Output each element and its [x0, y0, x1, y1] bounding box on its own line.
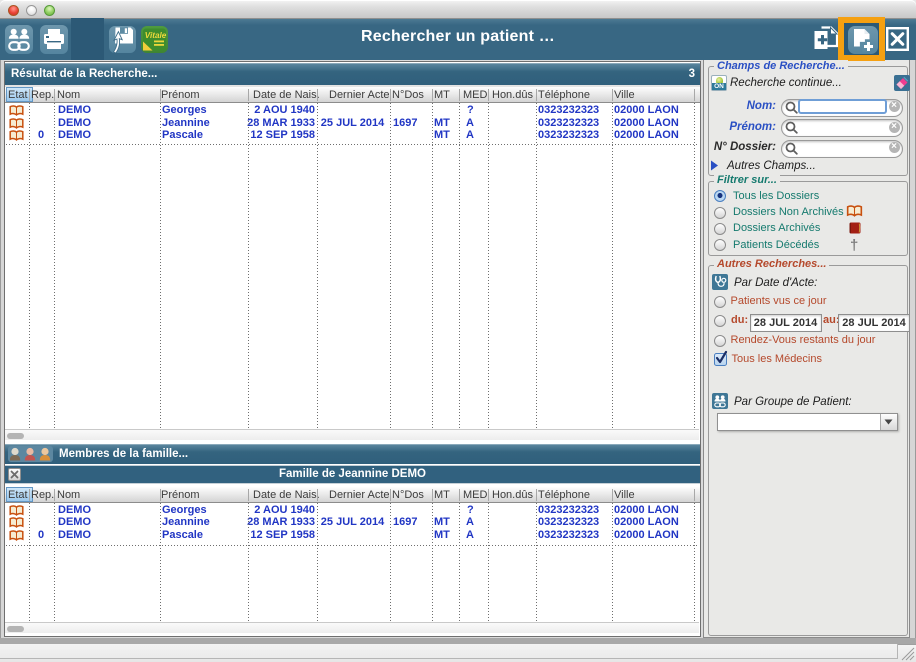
svg-text:Vitale: Vitale	[145, 31, 167, 40]
